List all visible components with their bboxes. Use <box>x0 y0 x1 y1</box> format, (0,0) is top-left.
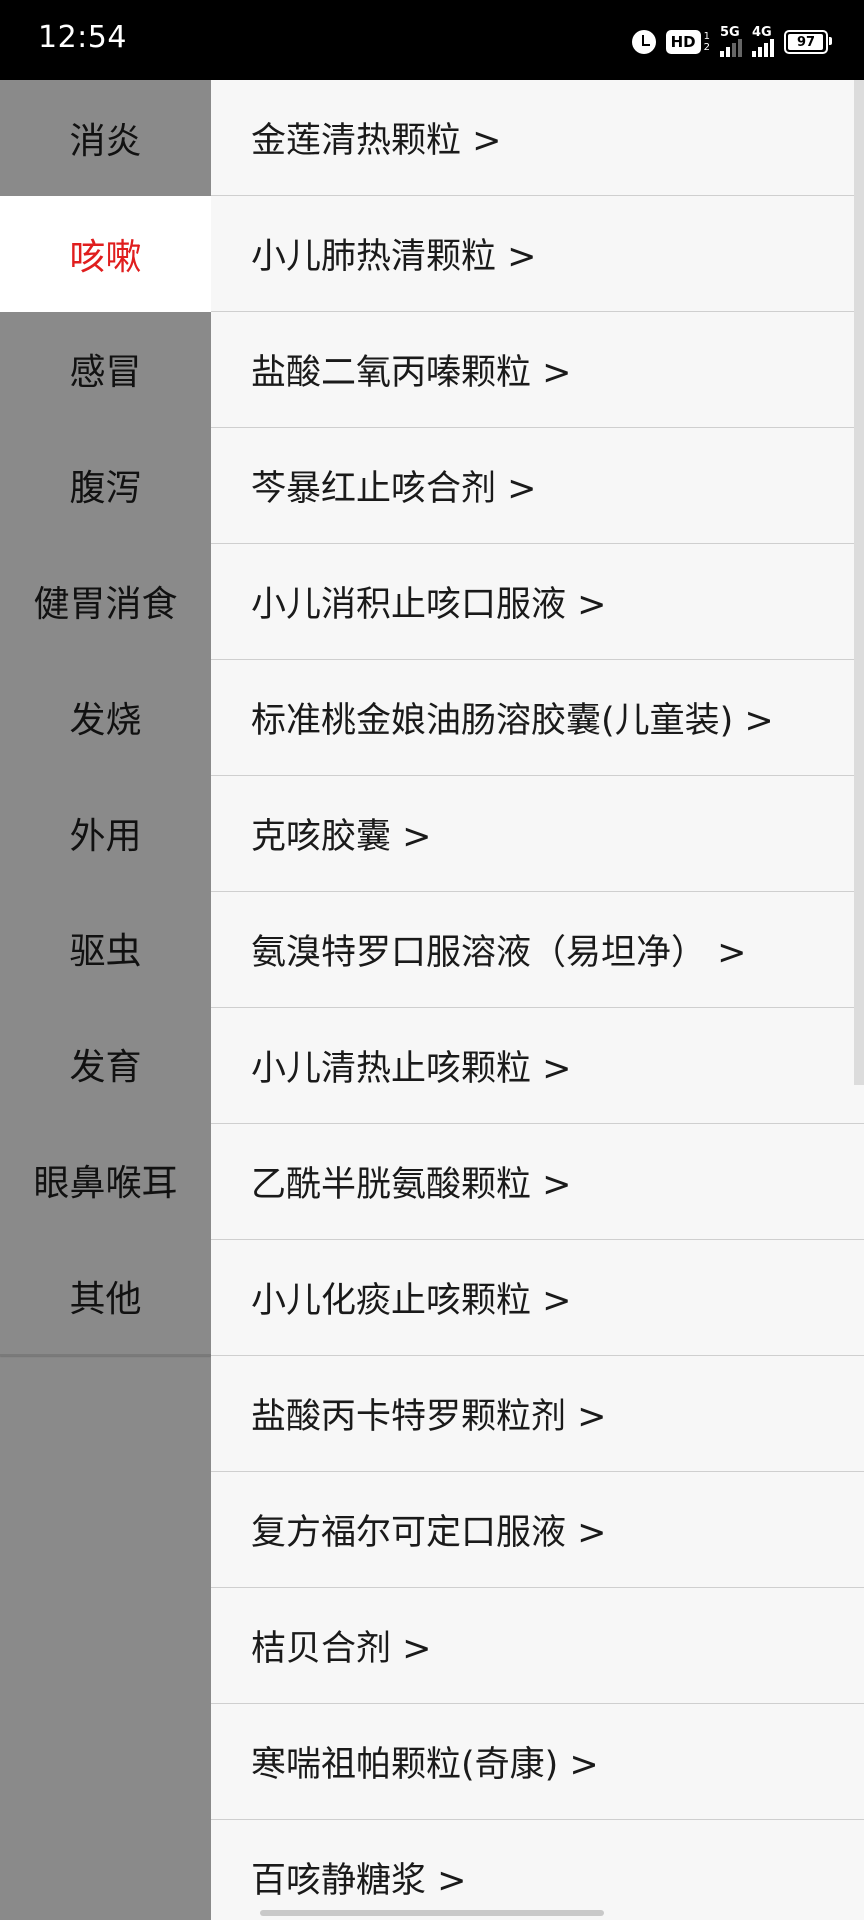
medicine-list-item[interactable]: 复方福尔可定口服液 > <box>211 1472 864 1588</box>
sidebar-item[interactable]: 驱虫 <box>0 891 211 1007</box>
medicine-list-item[interactable]: 盐酸二氧丙嗪颗粒 > <box>211 312 864 428</box>
hd-icon: HD <box>665 30 701 54</box>
signal-4g-icon: 4G <box>752 25 774 57</box>
medicine-list-item[interactable]: 寒喘祖帕颗粒(奇康) > <box>211 1704 864 1820</box>
sidebar-item[interactable]: 健胃消食 <box>0 543 211 659</box>
network-4g-label: 4G <box>752 25 772 40</box>
battery-icon: 97 <box>784 30 832 54</box>
medicine-list-item[interactable]: 芩暴红止咳合剂 > <box>211 428 864 544</box>
medicine-list-item[interactable]: 小儿消积止咳口服液 > <box>211 544 864 660</box>
signal-5g-icon: 5G <box>720 25 742 57</box>
network-5g-label: 5G <box>720 25 740 40</box>
medicine-list-item[interactable]: 氨溴特罗口服溶液（易坦净） > <box>211 892 864 1008</box>
medicine-list-item[interactable]: 小儿肺热清颗粒 > <box>211 196 864 312</box>
sim-digit-1: 1 <box>703 31 710 42</box>
medicine-list-item[interactable]: 桔贝合剂 > <box>211 1588 864 1704</box>
sidebar-item[interactable]: 腹泻 <box>0 427 211 543</box>
medicine-list-item[interactable]: 标准桃金娘油肠溶胶囊(儿童装) > <box>211 660 864 776</box>
medicine-list-item[interactable]: 百咳静糖浆 > <box>211 1820 864 1920</box>
sidebar-item[interactable]: 其他 <box>0 1238 211 1354</box>
sidebar-divider <box>0 1353 211 1356</box>
category-sidebar: 消炎 咳嗽 感冒 腹泻 健胃消食 发烧 外用 驱虫 发育 眼鼻喉耳 其他 <box>0 80 211 1920</box>
status-bar: 12:54 HD 1 2 5G 4G 97 <box>0 0 864 80</box>
status-icons: HD 1 2 5G 4G 97 <box>631 22 832 62</box>
status-time: 12:54 <box>38 20 127 55</box>
sidebar-item[interactable]: 咳嗽 <box>0 195 211 312</box>
medicine-list-item[interactable]: 克咳胶囊 > <box>211 776 864 892</box>
medicine-list-item[interactable]: 小儿清热止咳颗粒 > <box>211 1008 864 1124</box>
alarm-icon <box>631 30 656 54</box>
sidebar-item[interactable]: 感冒 <box>0 312 211 428</box>
sidebar-item[interactable]: 发烧 <box>0 659 211 775</box>
sim-digit-2: 2 <box>703 42 710 53</box>
medicine-list[interactable]: 金莲清热颗粒 > 小儿肺热清颗粒 > 盐酸二氧丙嗪颗粒 > 芩暴红止咳合剂 > 小儿消积… <box>211 80 864 1920</box>
home-indicator[interactable] <box>260 1910 604 1916</box>
sidebar-item[interactable]: 发育 <box>0 1006 211 1122</box>
sim-digits: 1 2 <box>704 31 710 53</box>
medicine-list-item[interactable]: 盐酸丙卡特罗颗粒剂 > <box>211 1356 864 1472</box>
medicine-list-item[interactable]: 小儿化痰止咳颗粒 > <box>211 1240 864 1356</box>
battery-level: 97 <box>796 34 816 50</box>
sidebar-item[interactable]: 眼鼻喉耳 <box>0 1122 211 1238</box>
sidebar-item[interactable]: 消炎 <box>0 80 211 196</box>
scrollbar[interactable] <box>854 80 864 1085</box>
medicine-list-item[interactable]: 乙酰半胱氨酸颗粒 > <box>211 1124 864 1240</box>
medicine-list-item[interactable]: 金莲清热颗粒 > <box>211 80 864 196</box>
sidebar-item[interactable]: 外用 <box>0 775 211 891</box>
